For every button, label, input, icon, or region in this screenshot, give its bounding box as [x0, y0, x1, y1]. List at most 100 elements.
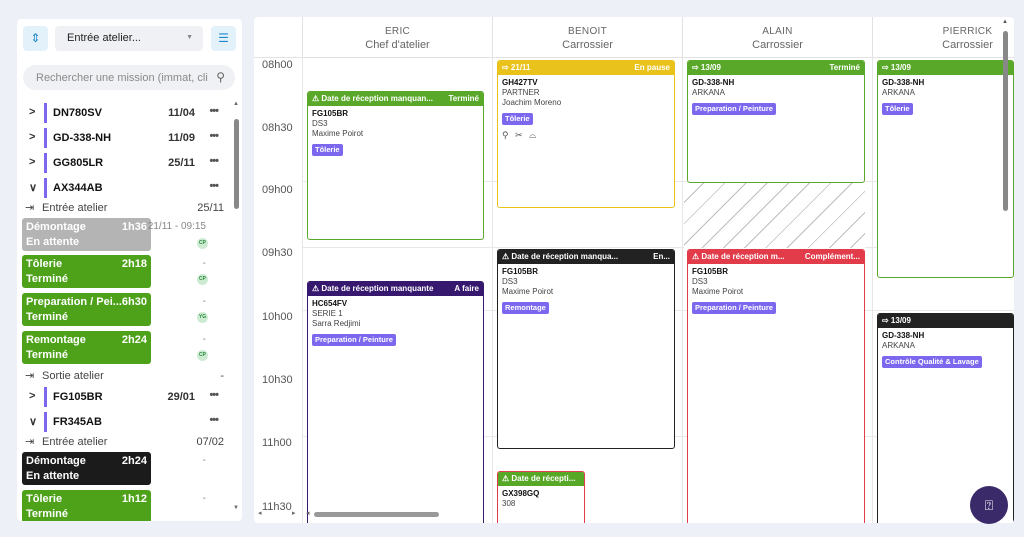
grid-line	[872, 17, 873, 523]
vehicle-row[interactable]: > GG805LR 25/11 •••	[17, 151, 230, 175]
grid-line	[302, 17, 303, 523]
card-plate: FG105BR	[692, 267, 729, 276]
card-model: DS3	[692, 277, 708, 286]
scroll-up-icon[interactable]: ▲	[1002, 19, 1008, 25]
mission-card[interactable]: ⇨ 13/09 Terminé GD-338-NH ARKANA Preparat…	[687, 60, 865, 183]
tools-icon: ⚲ ✂ ⌓	[502, 130, 539, 140]
step-card[interactable]: Tôlerie 1h12 Terminé	[22, 490, 151, 521]
entry-select[interactable]: Entrée atelier... ▼	[55, 26, 203, 51]
workshop-entry-row: ⇥ Entrée atelier 07/02	[17, 434, 230, 450]
more-icon[interactable]: •••	[209, 105, 219, 117]
scrollbar-thumb[interactable]	[234, 119, 239, 209]
card-tag: Preparation / Peinture	[692, 302, 776, 314]
more-icon[interactable]: •••	[209, 389, 219, 401]
chevron-right-icon[interactable]: >	[29, 131, 35, 143]
vehicle-row[interactable]: ∨ AX344AB •••	[17, 176, 230, 200]
planning-horizontal-scrollbar[interactable]: ◂ ▸ ◂	[254, 509, 854, 521]
vehicle-row[interactable]: > FG105BR 29/01 •••	[17, 385, 230, 409]
planning-vertical-scrollbar[interactable]: ▲	[1000, 17, 1012, 523]
step-card[interactable]: Remontage 2h24 Terminé	[22, 331, 151, 364]
filter-icon[interactable]: ☰	[211, 26, 236, 51]
step-card[interactable]: Tôlerie 2h18 Terminé	[22, 255, 151, 288]
column-header-benoit: BENOIT Carrossier	[492, 17, 682, 57]
chevron-right-icon[interactable]: >	[29, 390, 35, 402]
technician-name: BENOIT	[567, 26, 608, 37]
scrollbar-thumb[interactable]	[1003, 31, 1008, 211]
step-date: -	[202, 493, 206, 504]
step-card[interactable]: Preparation / Pei... 6h30 Terminé	[22, 293, 151, 326]
card-client: Maxime Poirot	[312, 129, 364, 138]
vehicle-date: 29/01	[167, 391, 195, 403]
mission-card[interactable]: ⚠ Date de réception manquante A faire HC6…	[307, 281, 484, 523]
column-header-eric: ERIC Chef d'atelier	[302, 17, 492, 57]
chevron-right-icon[interactable]: >	[29, 156, 35, 168]
time-label: 09h30	[262, 247, 293, 259]
scroll-left-icon[interactable]: ◂	[306, 509, 310, 517]
card-model: SERIE 1	[312, 309, 343, 318]
mission-card[interactable]: ⚠ Date de réception m... Complément... FG…	[687, 249, 865, 523]
scroll-right-icon[interactable]: ▸	[292, 509, 296, 517]
login-icon: ⇥	[25, 202, 35, 214]
vehicle-row[interactable]: ∨ FR345AB •••	[17, 410, 230, 434]
card-client: Maxime Poirot	[692, 287, 744, 296]
card-model: ARKANA	[882, 341, 915, 350]
mission-card[interactable]: ⚠ Date de réception manquan... Terminé FG…	[307, 91, 484, 240]
time-label: 08h00	[262, 59, 293, 71]
entry-select-value: Entrée atelier...	[67, 32, 141, 44]
card-plate: GX398GQ	[502, 489, 540, 498]
entry-value: 07/02	[196, 436, 224, 448]
more-icon[interactable]: •••	[209, 155, 219, 167]
list-scrollbar[interactable]: ▲ ▼	[230, 99, 240, 521]
search-icon: ⚲	[216, 70, 225, 84]
card-status-title: ⚠ Date de récepti...	[502, 474, 576, 483]
vehicle-plate: GG805LR	[53, 157, 104, 169]
card-model: ARKANA	[692, 88, 725, 97]
more-icon[interactable]: •••	[209, 180, 219, 192]
vehicle-plate: DN780SV	[53, 107, 102, 119]
planning-panel: ERIC Chef d'atelier BENOIT Carrossier AL…	[254, 17, 1014, 523]
scroll-down-icon[interactable]: ▼	[233, 505, 239, 511]
mission-search-input[interactable]: Rechercher une mission (immat, cli ⚲	[23, 65, 235, 90]
vehicle-row[interactable]: > GD-338-NH 11/09 •••	[17, 126, 230, 150]
vehicle-row[interactable]: > DN780SV 11/04 •••	[17, 101, 230, 125]
vehicle-plate: FR345AB	[53, 416, 102, 428]
chevron-right-icon[interactable]: >	[29, 106, 35, 118]
card-client: Sarra Redjimi	[312, 319, 361, 328]
assignee-badge: YG	[197, 312, 208, 323]
step-date: 21/11 - 09:15	[147, 221, 206, 232]
sort-arrows-icon[interactable]: ⇕	[23, 26, 48, 51]
logout-icon: ⇥	[25, 370, 35, 382]
time-label: 11h00	[262, 437, 292, 449]
chevron-down-icon[interactable]: ∨	[29, 181, 37, 194]
more-icon[interactable]: •••	[209, 130, 219, 142]
mission-card[interactable]: ⚠ Date de réception manqua... En... FG105…	[497, 249, 675, 449]
vehicle-date: 11/04	[168, 107, 195, 119]
more-icon[interactable]: •••	[209, 414, 219, 426]
workshop-entry-row: ⇥ Entrée atelier 25/11	[17, 200, 230, 216]
mission-card[interactable]: ⇨ 21/11 En pause GH427TV PARTNER Joachim …	[497, 60, 675, 208]
step-card[interactable]: Démontage 1h36 En attente	[22, 218, 151, 251]
scroll-up-icon[interactable]: ▲	[233, 101, 239, 107]
entry-value: 25/11	[197, 202, 224, 214]
scrollbar-thumb[interactable]	[314, 512, 439, 517]
card-status: A faire	[454, 284, 479, 293]
card-plate: HC654FV	[312, 299, 348, 308]
chevron-down-icon[interactable]: ∨	[29, 415, 37, 428]
step-card[interactable]: Démontage 2h24 En attente	[22, 452, 151, 485]
assignee-badge: CP	[197, 350, 208, 361]
help-chat-icon[interactable]: ⍰	[970, 486, 1008, 524]
time-label: 09h00	[262, 184, 293, 196]
technician-role: Chef d'atelier	[365, 39, 430, 51]
card-model: ARKANA	[882, 88, 915, 97]
technician-name: PIERRICK	[942, 26, 993, 37]
grid-line	[492, 17, 493, 523]
card-tag: Tôlerie	[312, 144, 343, 156]
card-model: DS3	[502, 277, 518, 286]
vehicle-date: 11/09	[168, 132, 195, 144]
mission-card[interactable]: ⇨ 13/09 GD-338-NH ARKANA Tôlerie	[877, 60, 1014, 278]
step-duration: 6h30	[121, 296, 147, 308]
unavailable-slot	[684, 182, 865, 248]
scroll-left-icon[interactable]: ◂	[258, 509, 262, 517]
step-status: Terminé	[26, 508, 68, 520]
card-status-title: ⇨ 13/09	[882, 316, 911, 325]
